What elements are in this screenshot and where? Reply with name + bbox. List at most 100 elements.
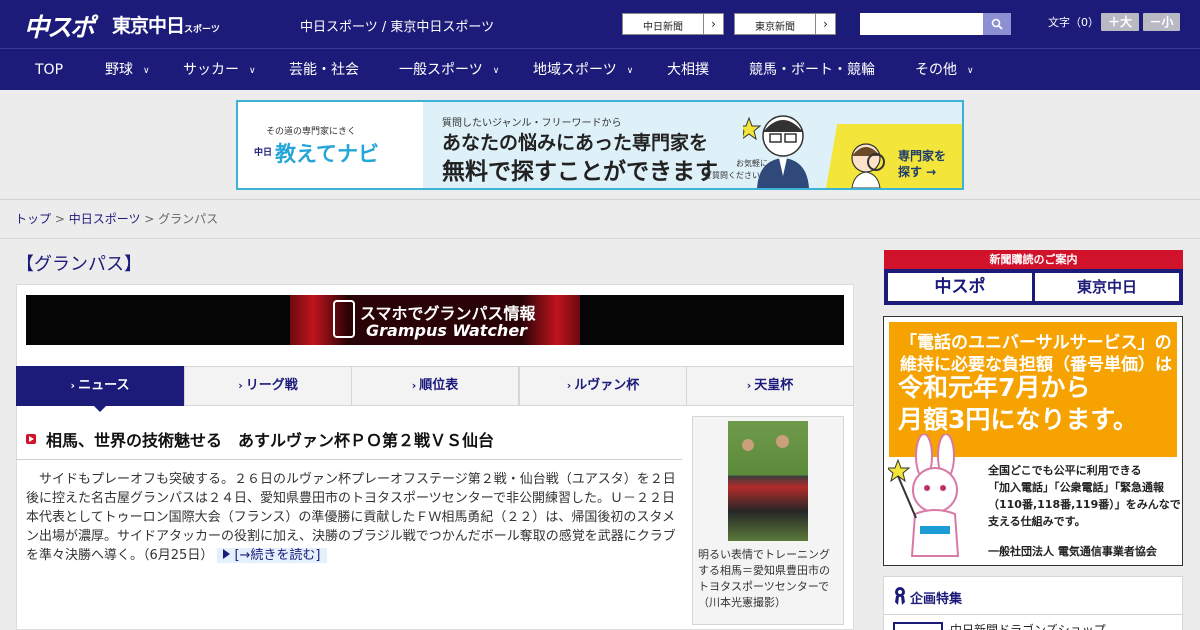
site-tagline: 中日スポーツ / 東京中日スポーツ xyxy=(300,20,495,35)
nav-label: その他 xyxy=(915,62,957,78)
tab-label: 天皇杯 xyxy=(754,378,794,393)
ribbon-icon xyxy=(895,587,905,605)
divider xyxy=(16,459,682,460)
ad-brand: 中日 教えてナビ xyxy=(254,138,379,168)
chevron-right-icon: › xyxy=(703,14,723,34)
ad-brand-prefix: 中日 xyxy=(254,148,273,158)
breadcrumb-sep: > xyxy=(140,212,159,226)
chevron-down-icon: ∨ xyxy=(967,66,974,76)
search-icon xyxy=(991,18,1003,30)
active-tab-pointer-icon xyxy=(93,405,107,412)
play-bullet-icon xyxy=(26,434,36,444)
article-headline[interactable]: 相馬、世界の技術魅せる あすルヴァン杯ＰＯ第２戦ＶＳ仙台 xyxy=(46,427,494,451)
font-size-label: 文字（0） xyxy=(1048,16,1099,29)
ad-headline-2: 無料で探すことができます xyxy=(442,159,718,185)
photo-figure xyxy=(776,435,789,448)
tab-standings[interactable]: › 順位表 xyxy=(351,366,519,406)
site-header: 中スポ 東京中日スポーツ 中日スポーツ / 東京中日スポーツ 中日新聞 › 東京… xyxy=(0,0,1200,48)
nav-baseball[interactable]: 野球 ∨ xyxy=(105,49,150,91)
feature-item-dragons-shop[interactable]: 中日新聞ドラゴンズショップ xyxy=(950,621,1106,630)
univ-ad-line1: 「電話のユニバーサルサービス」の 維持に必要な負担額（番号単価）は xyxy=(900,333,1172,375)
tokyo-chunichi-logo[interactable]: 東京中日スポーツ xyxy=(112,11,220,38)
chevron-down-icon: ∨ xyxy=(626,66,634,76)
chevron-right-icon: › xyxy=(815,14,835,34)
nav-other[interactable]: その他 ∨ xyxy=(915,49,974,91)
tab-label: 順位表 xyxy=(419,378,459,393)
subscribe-tokyo-button[interactable]: 東京中日 xyxy=(1035,273,1179,301)
article-photo[interactable] xyxy=(728,421,808,541)
tab-label: ニュース xyxy=(78,378,130,393)
univ-ad-sponsor: 一般社団法人 電気通信事業者協会 xyxy=(988,545,1157,558)
photo-figure xyxy=(742,439,754,451)
chevron-down-icon: ∨ xyxy=(143,66,150,76)
nav-label: 一般スポーツ xyxy=(399,62,483,78)
ad-headline-1: あなたの悩みにあった専門家を xyxy=(442,132,709,154)
article-body: サイドもプレーオフも突破する。２６日のルヴァン杯プレーオフステージ第２戦・仙台戦… xyxy=(26,472,676,563)
nav-label: 大相撲 xyxy=(667,62,709,78)
search-button[interactable] xyxy=(983,13,1011,35)
feature-heading: 企画特集 xyxy=(910,592,963,607)
ad-cta[interactable]: 専門家を探す → xyxy=(898,148,946,180)
nav-general-sports[interactable]: 一般スポーツ ∨ xyxy=(399,49,499,91)
nav-label: 芸能・社会 xyxy=(289,62,359,78)
chevron-right-icon: › xyxy=(566,379,572,392)
nav-sumo[interactable]: 大相撲 xyxy=(667,49,709,91)
gw-banner-line2: Grampus Watcher xyxy=(366,321,528,340)
divider xyxy=(0,238,1200,239)
breadcrumb-chunichi-sports[interactable]: 中日スポーツ xyxy=(69,212,141,226)
nav-label: サッカー xyxy=(183,62,239,78)
breadcrumb-current: グランパス xyxy=(158,212,219,226)
read-more-link[interactable]: [→続きを読む] xyxy=(217,548,327,563)
breadcrumb: トップ > 中日スポーツ > グランパス xyxy=(15,210,218,227)
univ-ad-description: 全国どこでも公平に利用できる 「加入電話」「公衆電話」「緊急通報 （110番,1… xyxy=(988,464,1181,528)
ad-question: 質問したいジャンル・フリーワードから xyxy=(442,118,622,129)
grampus-watcher-banner[interactable]: スマホでグランパス情報 Grampus Watcher xyxy=(26,295,844,345)
tab-emperors-cup[interactable]: › 天皇杯 xyxy=(686,366,854,406)
tab-levain-cup[interactable]: › ルヴァン杯 xyxy=(519,366,687,406)
nav-local-sports[interactable]: 地域スポーツ ∨ xyxy=(533,49,633,91)
nav-label: 野球 xyxy=(105,62,133,78)
chevron-right-icon: › xyxy=(238,379,243,392)
ad-brand-name: 教えてナビ xyxy=(275,142,379,166)
breadcrumb-top[interactable]: トップ xyxy=(15,212,51,226)
ext-link-label: 中日新聞 xyxy=(643,22,683,33)
subscription-box: 新聞購読のご案内 中スポ 東京中日 xyxy=(884,250,1183,305)
nav-entertainment[interactable]: 芸能・社会 xyxy=(289,49,359,91)
ad-subtitle: その道の専門家にきく xyxy=(266,127,357,137)
feature-thumbnail[interactable] xyxy=(893,622,943,630)
page-title: 【グランパス】 xyxy=(16,254,142,275)
font-larger-button[interactable]: ＋大 xyxy=(1101,13,1139,31)
univ-ad-headline: 令和元年7月から 月額3円になります。 xyxy=(898,373,1138,434)
ad-cta-line1: 専門家を xyxy=(898,149,947,163)
nav-label: 競馬・ボート・競輪 xyxy=(749,62,875,78)
rabbit-mascot-icon xyxy=(888,434,960,557)
tokyo-logo-sub: スポーツ xyxy=(184,25,220,35)
tab-league[interactable]: › リーグ戦 xyxy=(184,366,352,406)
chuspo-logo[interactable]: 中スポ xyxy=(24,8,95,44)
subscribe-chuspo-button[interactable]: 中スポ xyxy=(888,273,1032,301)
chunichi-shimbun-link[interactable]: 中日新聞 › xyxy=(622,13,724,35)
font-smaller-button[interactable]: －小 xyxy=(1143,13,1180,31)
play-arrow-icon xyxy=(223,549,231,559)
tab-label: ルヴァン杯 xyxy=(574,378,640,393)
subscription-heading: 新聞購読のご案内 xyxy=(884,250,1183,269)
chevron-right-icon: › xyxy=(411,379,417,392)
divider xyxy=(884,614,1182,615)
businessman-illustration-icon xyxy=(743,115,809,188)
oshiete-navi-ad[interactable]: その道の専門家にきく 中日 教えてナビ 質問したいジャンル・フリーワードから あな… xyxy=(236,100,964,190)
nav-top[interactable]: TOP xyxy=(35,49,63,91)
chevron-right-icon: › xyxy=(70,379,76,392)
tab-label: リーグ戦 xyxy=(245,378,298,393)
nav-soccer[interactable]: サッカー ∨ xyxy=(183,49,256,91)
ext-link-label: 東京新聞 xyxy=(755,22,795,33)
section-tabs: › ニュース › リーグ戦 › 順位表 › ルヴァン杯 › 天皇杯 xyxy=(16,366,854,406)
ad-cta-line2: 探す → xyxy=(898,165,937,179)
tokyo-logo-text: 東京中日 xyxy=(112,15,185,37)
tab-news[interactable]: › ニュース xyxy=(16,366,184,406)
chevron-down-icon: ∨ xyxy=(249,66,256,76)
chevron-down-icon: ∨ xyxy=(492,66,500,76)
tokyo-shimbun-link[interactable]: 東京新聞 › xyxy=(734,13,836,35)
chevron-right-icon: › xyxy=(746,379,752,392)
nav-keiba[interactable]: 競馬・ボート・競輪 xyxy=(749,49,875,91)
search-input[interactable] xyxy=(860,13,983,35)
